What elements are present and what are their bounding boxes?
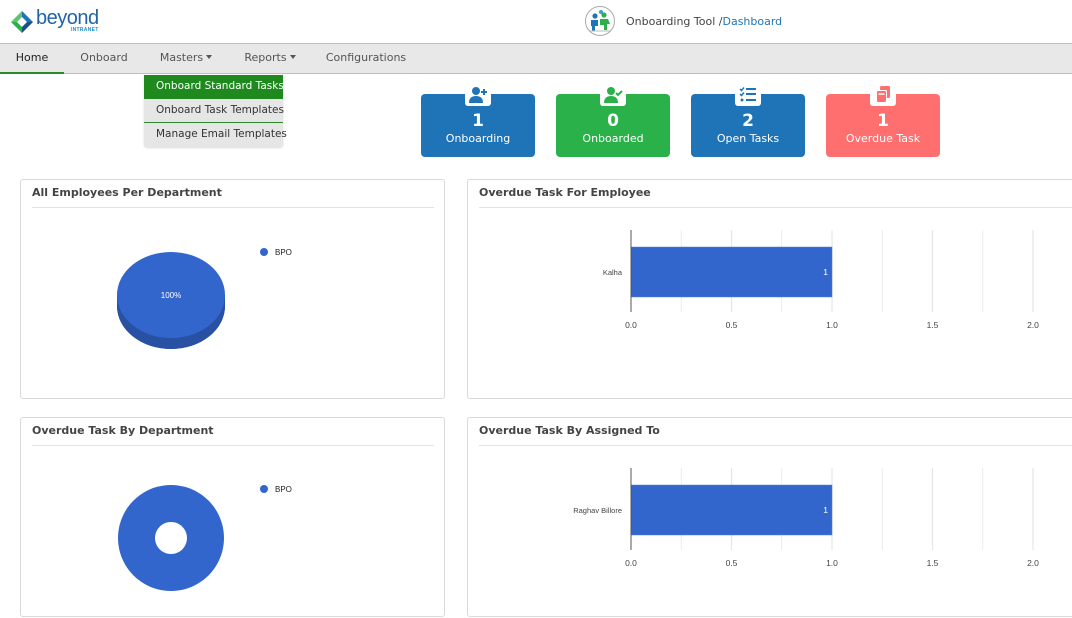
caret-down-icon — [289, 55, 296, 59]
menu-item-manage-email-templates[interactable]: Manage Email Templates — [144, 123, 287, 147]
stat-card-onboarding[interactable]: 1 Onboarding — [421, 84, 535, 157]
nav-item-label: Masters — [159, 51, 204, 64]
stat-icon-tab — [600, 84, 626, 106]
x-tick-label: 0.0 — [625, 320, 637, 330]
stat-value: 0 — [607, 111, 619, 131]
nav-item-label: Home — [15, 51, 49, 64]
x-tick-label: 1.0 — [826, 320, 838, 330]
stat-label: Overdue Task — [845, 132, 921, 145]
nav-item-label: Reports — [244, 51, 287, 64]
x-tick-label: 1.5 — [927, 558, 939, 568]
y-category-label: Kalha — [603, 268, 623, 277]
app-title-text: Onboarding Tool / — [626, 14, 723, 28]
bar-data-label: 1 — [823, 505, 828, 515]
onboarding-app-icon — [585, 6, 615, 36]
nav-item-label: Configurations — [325, 51, 407, 64]
bar-data-label: 1 — [823, 267, 828, 277]
pie-slice-label: 100% — [161, 291, 181, 300]
bar-kalha[interactable] — [630, 246, 833, 298]
donut-slice-bpo[interactable] — [117, 485, 224, 591]
nav-item-label: Onboard — [80, 51, 128, 64]
nav-item-onboard[interactable]: Onboard — [64, 44, 144, 74]
panel-overdue-task-for-employee: Overdue Task For Employee 0.0 0.5 1.0 1.5 2.… — [467, 179, 1072, 399]
stat-card-overdue-task[interactable]: 1 Overdue Task — [826, 84, 940, 157]
x-tick-label: 0.5 — [726, 558, 738, 568]
stat-value: 1 — [877, 111, 889, 131]
pie-chart-employees: 100% BPO — [117, 248, 292, 349]
x-tick-label: 2.0 — [1027, 558, 1039, 568]
caret-down-icon — [206, 55, 213, 59]
legend-marker — [260, 248, 268, 256]
header: beyond INTRANET Onboarding Tool /Dashboa… — [0, 0, 1072, 43]
stat-icon-tab — [735, 84, 761, 106]
main-navbar: Home Onboard Masters Reports Configurati… — [0, 43, 1072, 74]
bar-chart-overdue-employee: 0.0 0.5 1.0 1.5 2.0 1 Kalha — [603, 230, 1039, 330]
menu-item-onboard-task-templates[interactable]: Onboard Task Templates — [144, 99, 284, 123]
bar-chart-overdue-assigned: 0.0 0.5 1.0 1.5 2.0 1 Raghav Billore — [573, 468, 1039, 568]
stat-icon-tab — [465, 84, 491, 106]
nav-item-home[interactable]: Home — [0, 44, 64, 74]
panel-overdue-task-by-assigned-to: Overdue Task By Assigned To 0.0 0.5 1.0 1.5… — [467, 417, 1072, 617]
bar-raghav-billore[interactable] — [630, 484, 833, 536]
logo-mark-icon — [10, 10, 34, 34]
stat-card-onboarded[interactable]: 0 Onboarded — [556, 84, 670, 157]
user-check-icon — [604, 87, 623, 103]
x-tick-label: 0.5 — [726, 320, 738, 330]
user-plus-icon — [469, 87, 487, 103]
nav-item-reports[interactable]: Reports — [228, 44, 312, 74]
stat-value: 2 — [742, 111, 754, 131]
stat-label: Open Tasks — [716, 132, 780, 145]
stat-card-open-tasks[interactable]: 2 Open Tasks — [691, 84, 805, 157]
breadcrumb-dashboard-link[interactable]: Dashboard — [722, 15, 782, 28]
masters-dropdown-menu: Onboard Standard Tasks Onboard Task Temp… — [144, 75, 287, 147]
copy-icon — [876, 86, 890, 103]
legend-marker — [260, 485, 268, 493]
task-list-icon — [739, 87, 756, 102]
logo[interactable]: beyond INTRANET — [10, 8, 99, 34]
x-tick-label: 1.5 — [927, 320, 939, 330]
legend-label: BPO — [275, 485, 292, 494]
panel-employees-per-department: All Employees Per Department 100% BPO — [20, 179, 445, 399]
stat-label: Onboarded — [582, 132, 644, 145]
nav-item-configurations[interactable]: Configurations — [312, 44, 420, 74]
stat-label: Onboarding — [445, 132, 511, 145]
x-tick-label: 0.0 — [625, 558, 637, 568]
legend-label: BPO — [275, 248, 292, 257]
stat-icon-tab — [870, 84, 896, 106]
donut-chart-department: BPO — [117, 485, 292, 591]
x-tick-label: 2.0 — [1027, 320, 1039, 330]
app-title: Onboarding Tool /Dashboard — [585, 6, 782, 36]
x-tick-label: 1.0 — [826, 558, 838, 568]
menu-item-onboard-standard-tasks[interactable]: Onboard Standard Tasks — [144, 75, 284, 99]
stat-value: 1 — [472, 111, 484, 131]
logo-word: beyond — [36, 7, 99, 29]
nav-item-masters[interactable]: Masters — [144, 44, 228, 74]
panel-overdue-task-by-department: Overdue Task By Department BPO — [20, 417, 445, 617]
y-category-label: Raghav Billore — [573, 506, 622, 515]
